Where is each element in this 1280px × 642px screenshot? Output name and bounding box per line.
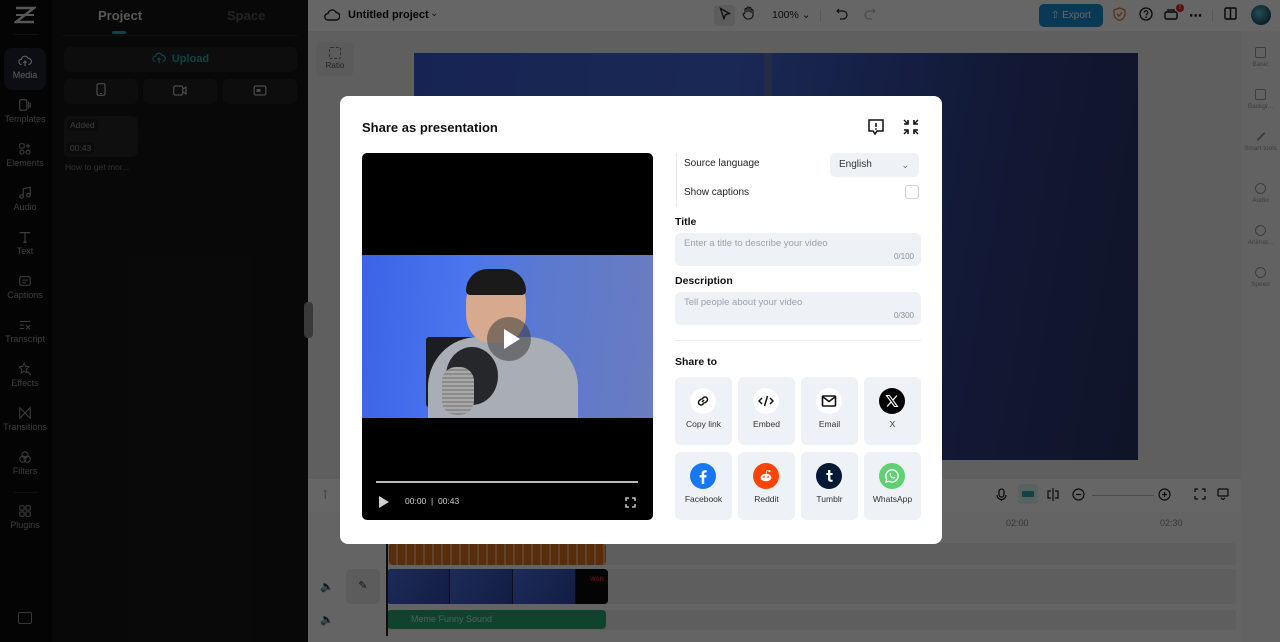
play-icon[interactable] <box>379 496 389 508</box>
description-label: Description <box>675 275 733 287</box>
share-label: WhatsApp <box>872 494 913 504</box>
share-presentation-dialog: Share as presentation 00:00 | 00:43 Sour… <box>340 96 942 544</box>
dialog-title: Share as presentation <box>362 120 498 135</box>
share-email-button[interactable]: Email <box>801 377 858 445</box>
title-label: Title <box>675 216 697 228</box>
x-logo-icon <box>879 388 905 414</box>
fullscreen-icon[interactable] <box>625 495 636 508</box>
link-icon <box>690 388 716 414</box>
video-content <box>442 367 474 415</box>
description-char-counter: 0/300 <box>893 311 914 320</box>
share-facebook-button[interactable]: Facebook <box>675 452 732 520</box>
share-tumblr-button[interactable]: Tumblr <box>801 452 858 520</box>
email-icon <box>816 388 842 414</box>
share-label: Email <box>818 419 841 429</box>
share-label: Copy link <box>686 419 721 429</box>
show-captions-checkbox[interactable] <box>905 185 919 199</box>
share-label: X <box>889 419 896 429</box>
share-label: Facebook <box>684 494 723 504</box>
play-overlay-button[interactable] <box>487 317 531 361</box>
facebook-icon <box>690 463 716 489</box>
title-placeholder: Enter a title to describe your video <box>684 238 828 249</box>
duration: 00:43 <box>437 496 460 506</box>
source-language-value: English <box>839 159 872 170</box>
settings-divider <box>676 153 677 207</box>
share-reddit-button[interactable]: Reddit <box>738 452 795 520</box>
description-input[interactable]: Tell people about your video 0/300 <box>675 292 921 325</box>
source-language-select[interactable]: English ⌄ <box>830 153 919 177</box>
title-input[interactable]: Enter a title to describe your video 0/1… <box>675 233 921 266</box>
tumblr-icon <box>816 463 842 489</box>
share-label: Embed <box>753 419 780 429</box>
share-label: Tumblr <box>816 494 843 504</box>
whatsapp-icon <box>879 463 905 489</box>
video-player[interactable]: 00:00 | 00:43 <box>362 153 653 520</box>
source-language-label: Source language <box>684 158 760 169</box>
share-label: Reddit <box>754 494 779 504</box>
capcut-editor: Media Templates Elements Audio Text Capt… <box>0 0 1280 642</box>
exit-fullscreen-icon[interactable] <box>902 118 922 138</box>
current-time: 00:00 <box>405 496 427 506</box>
time-separator: | <box>431 496 434 506</box>
video-time: 00:00 | 00:43 <box>405 496 459 506</box>
share-x-button[interactable]: X <box>864 377 921 445</box>
reddit-icon <box>753 463 779 489</box>
video-frame <box>362 255 653 418</box>
code-icon <box>753 388 779 414</box>
section-divider <box>675 340 921 341</box>
panel-collapse-handle[interactable] <box>304 302 313 338</box>
description-placeholder: Tell people about your video <box>684 297 803 308</box>
title-char-counter: 0/100 <box>893 252 914 261</box>
share-copy-link-button[interactable]: Copy link <box>675 377 732 445</box>
share-to-label: Share to <box>675 356 718 368</box>
feedback-icon[interactable] <box>867 118 887 138</box>
video-progress-bar[interactable] <box>376 481 638 483</box>
share-embed-button[interactable]: Embed <box>738 377 795 445</box>
share-whatsapp-button[interactable]: WhatsApp <box>864 452 921 520</box>
chevron-down-icon: ⌄ <box>901 160 909 170</box>
show-captions-label: Show captions <box>684 187 750 198</box>
video-content <box>466 269 526 295</box>
